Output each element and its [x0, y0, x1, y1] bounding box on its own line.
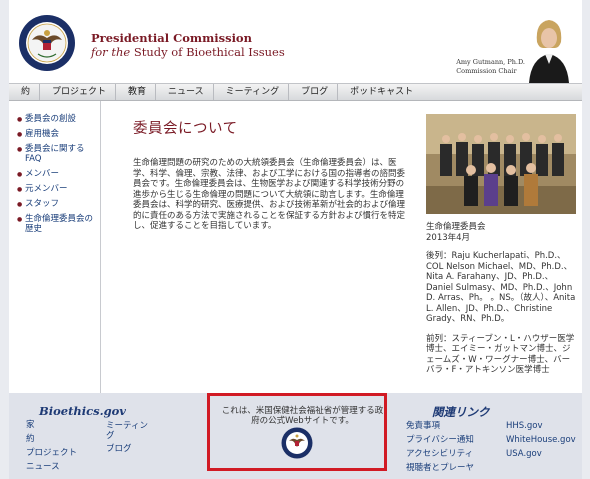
bullet-icon: ●: [17, 116, 23, 123]
chair-name: Amy Gutmann, Ph.D.: [456, 58, 525, 66]
sidebar-item-former-members[interactable]: ● 元メンバー: [9, 184, 100, 194]
sidebar-item-label: スタッフ: [25, 199, 60, 209]
nav-item-blog[interactable]: ブログ: [289, 84, 339, 100]
bullet-icon: ●: [17, 171, 23, 178]
photo-caption-date: 2013年4月: [426, 232, 471, 243]
sidebar-item-label: 委員会の創設: [25, 114, 77, 124]
footer-link-hhs[interactable]: HHS.gov: [506, 421, 543, 431]
page: Presidential Commission for the Study of…: [0, 0, 590, 479]
chair-caption: Amy Gutmann, Ph.D. Commission Chair: [456, 58, 525, 76]
content-area: ● 委員会の創設 ● 雇用機会 ● 委員会に関するFAQ ● メンバー ● 元メンバー ●…: [9, 101, 582, 393]
bullet-icon: ●: [17, 201, 23, 208]
footer-link-blog[interactable]: ブログ: [106, 444, 132, 454]
footer-bioethics-title[interactable]: Bioethics.gov: [39, 404, 126, 418]
nav-item-about[interactable]: 約: [9, 84, 41, 100]
footer-link-meetings[interactable]: ミーティング: [106, 421, 156, 441]
footer-link-privacy[interactable]: プライバシー通知: [406, 435, 474, 445]
photo-caption: 生命倫理委員会 2013年4月: [426, 222, 576, 243]
nav-item-education[interactable]: 教育: [116, 84, 157, 100]
sidebar-item-employment[interactable]: ● 雇用機会: [9, 129, 100, 139]
footer-link-news[interactable]: ニュース: [26, 462, 60, 472]
nav-item-podcast[interactable]: ポッドキャスト: [338, 84, 422, 100]
site-footer: Bioethics.gov 家 約 プロジェクト ニュース ミーティング ブログ…: [9, 393, 582, 479]
about-paragraph: 生命倫理問題の研究のための大統領委員会（生命倫理委員会）は、医学、科学、倫理、宗…: [133, 158, 406, 231]
back-row-names: 後列：Raju Kucherlapati、Ph.D.、COL Nelson Mi…: [426, 251, 576, 324]
sidebar-item-label: 元メンバー: [25, 184, 68, 194]
nav-item-news[interactable]: ニュース: [156, 84, 214, 100]
org-title-line2[interactable]: for the Study of Bioethical Issues: [91, 45, 285, 59]
chair-title: Commission Chair: [456, 67, 517, 75]
presidential-seal-logo[interactable]: [18, 14, 76, 72]
right-column: 生命倫理委員会 2013年4月 後列：Raju Kucherlapati、Ph.…: [426, 114, 576, 376]
footer-link-disclaimer[interactable]: 免責事項: [406, 421, 440, 431]
footer-link-usa[interactable]: USA.gov: [506, 449, 542, 459]
commission-group-photo: [426, 114, 576, 214]
footer-link-viewers-players[interactable]: 視聴者とプレーヤ: [406, 463, 474, 473]
hhs-official-notice-box: これは、米国保健社会福祉省が管理する政府の公式Webサイトです。: [207, 393, 387, 471]
org-title-line1[interactable]: Presidential Commission: [91, 31, 252, 45]
bullet-icon: ●: [17, 146, 23, 153]
chair-portrait-photo: [525, 14, 573, 83]
front-row-names: 前列：スティーブン・L・ハウザー医学博士、エイミー・ガットマン博士、ジェームズ・…: [426, 333, 575, 376]
bullet-icon: ●: [17, 186, 23, 193]
hhs-seal-icon[interactable]: [281, 427, 313, 459]
sidebar-item-members[interactable]: ● メンバー: [9, 169, 100, 179]
footer-link-about[interactable]: 約: [26, 434, 35, 444]
site-header: Presidential Commission for the Study of…: [9, 0, 582, 83]
page-title: 委員会について: [133, 121, 238, 137]
footer-link-whitehouse[interactable]: WhiteHouse.gov: [506, 435, 576, 445]
main-nav: 約 プロジェクト 教育 ニュース ミーティング ブログ ポッドキャスト: [9, 83, 582, 101]
sidebar-item-establishment[interactable]: ● 委員会の創設: [9, 114, 100, 124]
sidebar-item-label: 委員会に関するFAQ: [25, 144, 85, 164]
nav-item-meetings[interactable]: ミーティング: [214, 84, 290, 100]
footer-link-projects[interactable]: プロジェクト: [26, 448, 77, 458]
org-title-rest: Study of Bioethical Issues: [130, 45, 285, 59]
footer-link-home[interactable]: 家: [26, 420, 35, 430]
org-title-for-the: for the: [91, 45, 131, 59]
main-content: 委員会について 生命倫理問題の研究のための大統領委員会（生命倫理委員会）は、医学…: [133, 117, 405, 232]
bullet-icon: ●: [17, 216, 23, 223]
footer-related-links-title: 関連リンク: [432, 405, 490, 419]
bullet-icon: ●: [17, 131, 23, 138]
sidebar-item-faq[interactable]: ● 委員会に関するFAQ: [9, 144, 100, 164]
sidebar: ● 委員会の創設 ● 雇用機会 ● 委員会に関するFAQ ● メンバー ● 元メンバー ●…: [9, 101, 101, 393]
sidebar-item-label: 生命倫理委員会の歴史: [25, 214, 94, 234]
nav-item-projects[interactable]: プロジェクト: [40, 84, 117, 100]
sidebar-item-history[interactable]: ● 生命倫理委員会の歴史: [9, 214, 100, 234]
sidebar-item-label: メンバー: [25, 169, 60, 179]
photo-caption-title: 生命倫理委員会: [426, 222, 486, 232]
footer-link-accessibility[interactable]: アクセシビリティ: [406, 449, 473, 459]
sidebar-item-staff[interactable]: ● スタッフ: [9, 199, 100, 209]
hhs-notice-text: これは、米国保健社会福祉省が管理する政府の公式Webサイトです。: [221, 406, 384, 426]
sidebar-item-label: 雇用機会: [25, 129, 60, 139]
